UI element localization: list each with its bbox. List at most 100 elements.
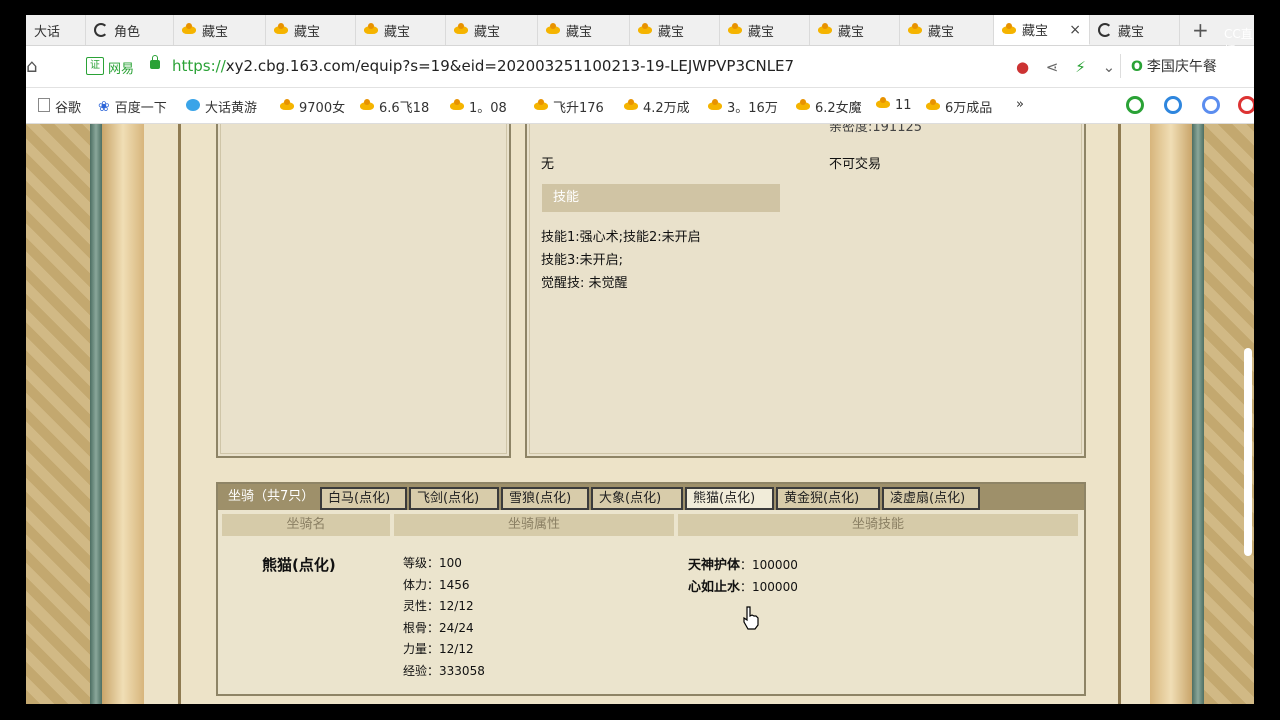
extension-minus-icon[interactable]: [1202, 96, 1220, 114]
close-icon[interactable]: ×: [1069, 22, 1081, 38]
mount-panel: 坐骑（共7只） 白马(点化) 飞剑(点化) 雪狼(点化) 大象(点化) 熊猫(点化) 黄金…: [216, 482, 1086, 696]
verified-badge-icon: 证: [86, 57, 104, 75]
skills-header: 技能: [542, 184, 780, 212]
treasure-icon: [182, 23, 196, 37]
tab-6[interactable]: 藏宝: [446, 15, 538, 45]
tab-5[interactable]: 藏宝: [356, 15, 446, 45]
cut-label: 亲密度:191125: [829, 124, 923, 135]
left-value: 无: [541, 157, 555, 172]
bookmark-item[interactable]: 大话黄游: [186, 97, 257, 116]
mount-attr-row: 灵性：12/12: [403, 597, 474, 614]
attr-separator: ：: [427, 556, 440, 570]
tab-7[interactable]: 藏宝: [538, 15, 630, 45]
tab-label: 藏宝: [474, 24, 501, 40]
mount-attr-row: 力量：12/12: [403, 640, 474, 657]
tab-12[interactable]: 藏宝 ×: [994, 15, 1090, 45]
skill-line: 技能1:强心术;技能2:未开启: [541, 230, 701, 245]
mount-attr-row: 等级：100: [403, 554, 462, 571]
tab-label: 藏宝: [202, 24, 229, 40]
attr-label: 根骨: [403, 620, 428, 635]
left-scroll-decoration: [102, 124, 144, 704]
right-bar: [1192, 124, 1204, 704]
tab-2[interactable]: 角色: [86, 15, 174, 45]
url-input[interactable]: https://xy2.cbg.163.com/equip?s=19&eid=2…: [172, 57, 794, 75]
tab-3[interactable]: 藏宝: [174, 15, 266, 45]
bookmark-item[interactable]: 谷歌: [38, 97, 81, 116]
chevron-down-icon[interactable]: ⌄: [1103, 58, 1116, 76]
extension-green-icon[interactable]: [1126, 96, 1144, 114]
bookmark-item[interactable]: 6.6飞18: [360, 97, 429, 116]
lock-icon[interactable]: [150, 55, 160, 69]
tab-label: 藏宝: [1022, 24, 1049, 39]
security-icon[interactable]: ●: [1016, 58, 1029, 76]
mount-name: 熊猫(点化): [262, 556, 336, 574]
attr-value: 333058: [439, 664, 485, 678]
mount-tab[interactable]: 凌虚扇(点化): [882, 487, 980, 510]
attr-label: 力量: [403, 642, 428, 657]
mount-tab[interactable]: 飞剑(点化): [409, 487, 499, 510]
browser-window: 大话 角色 藏宝 藏宝 藏宝 藏宝 藏宝 藏宝 藏宝 藏宝 藏宝 藏宝 × 藏宝 + ⌂ 证 网易 http…: [26, 15, 1254, 704]
attr-separator: ：: [427, 642, 440, 657]
mount-attr-row: 体力：1456: [403, 576, 470, 593]
mount-tab[interactable]: 黄金猊(点化): [776, 487, 880, 510]
extension-blue-icon[interactable]: [1164, 96, 1182, 114]
left-panel: [216, 124, 511, 458]
mount-attr-row: 经验：333058: [403, 662, 485, 679]
mount-tab[interactable]: 雪狼(点化): [501, 487, 589, 510]
col-attr-header: 坐骑属性: [394, 514, 674, 536]
share-icon[interactable]: ⋖: [1046, 58, 1059, 76]
mount-tab[interactable]: 大象(点化): [591, 487, 683, 510]
home-icon[interactable]: ⌂: [26, 56, 37, 77]
tab-label: 藏宝: [1118, 24, 1145, 40]
bookmarks-bar: 谷歌 ❀ 百度一下 大话黄游 9700女 6.6飞18 1。08 飞升176 4.2万成 3。16…: [26, 88, 1254, 124]
tab-10[interactable]: 藏宝: [810, 15, 900, 45]
treasure-icon: [908, 23, 922, 37]
bookmark-item[interactable]: 4.2万成: [624, 97, 690, 116]
bookmark-item[interactable]: 9700女: [280, 97, 345, 116]
bookmark-item[interactable]: 6万成品: [926, 97, 992, 116]
new-tab-button[interactable]: +: [1192, 18, 1209, 42]
bookmark-item[interactable]: 飞升176: [534, 97, 604, 116]
mount-tab-bar: 坐骑（共7只） 白马(点化) 飞剑(点化) 雪狼(点化) 大象(点化) 熊猫(点化) 黄金…: [218, 484, 1084, 510]
trade-status: 不可交易: [829, 157, 882, 172]
tab-13[interactable]: 藏宝: [1090, 15, 1180, 45]
tab-1[interactable]: 大话: [26, 15, 86, 45]
treasure-icon: [450, 98, 464, 115]
treasure-icon: [638, 23, 652, 37]
awaken-line: 觉醒技: 未觉醒: [541, 276, 628, 291]
scrollbar[interactable]: [1244, 348, 1252, 556]
bookmark-label: 大话黄游: [205, 101, 258, 116]
bookmark-item[interactable]: 1。08: [450, 97, 507, 116]
bookmark-item[interactable]: 6.2女魔: [796, 97, 862, 116]
treasure-icon: [624, 98, 638, 115]
attr-separator: ：: [427, 620, 440, 635]
tab-label: 大话: [34, 24, 61, 40]
attr-label: 经验: [403, 664, 428, 678]
extension-red-icon[interactable]: [1238, 96, 1254, 114]
bookmark-label: 百度一下: [114, 101, 167, 116]
bookmark-item[interactable]: 11: [876, 97, 912, 113]
tab-label: 藏宝: [294, 24, 321, 40]
swirl-icon: [94, 23, 108, 37]
skill-line: 技能3:未开启;: [541, 253, 624, 268]
skill-name: 天神护体: [688, 558, 741, 573]
tab-8[interactable]: 藏宝: [630, 15, 720, 45]
site-name: 网易: [108, 62, 135, 77]
mount-tab[interactable]: 白马(点化): [320, 487, 407, 510]
tab-9[interactable]: 藏宝: [720, 15, 810, 45]
treasure-icon: [708, 98, 722, 115]
tab-label: 藏宝: [928, 24, 955, 40]
treasure-icon: [454, 23, 468, 37]
tab-4[interactable]: 藏宝: [266, 15, 356, 45]
bookmark-item[interactable]: 3。16万: [708, 97, 778, 116]
mount-tab[interactable]: 熊猫(点化): [685, 487, 774, 510]
search-text: 李国庆午餐: [1146, 59, 1217, 75]
bookmark-item[interactable]: ❀ 百度一下: [98, 97, 167, 117]
attr-value: 100: [439, 556, 462, 570]
search-box[interactable]: O 李国庆午餐: [1131, 56, 1217, 76]
tab-label: 藏宝: [658, 24, 685, 40]
more-bookmarks-button[interactable]: »: [1016, 97, 1024, 112]
lightning-icon[interactable]: ⚡: [1075, 58, 1086, 76]
mount-skill-row: 天神护体：100000: [688, 554, 798, 573]
tab-11[interactable]: 藏宝: [900, 15, 994, 45]
